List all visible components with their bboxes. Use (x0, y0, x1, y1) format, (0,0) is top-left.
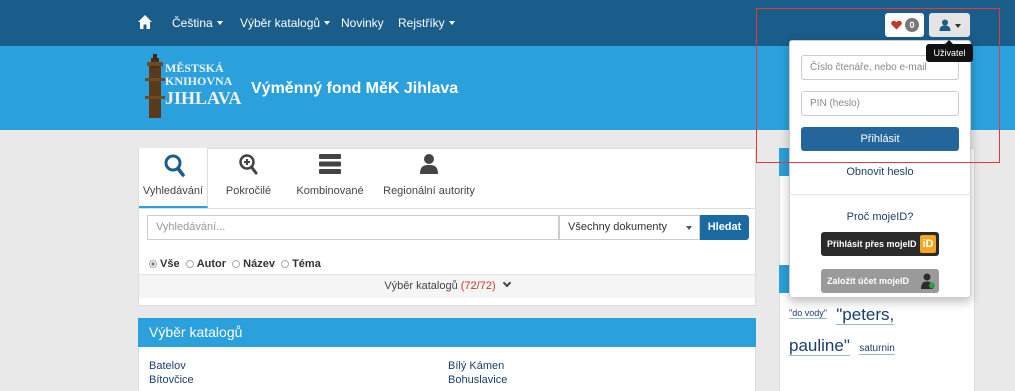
nav-catalog-select[interactable]: Výběr katalogů (240, 16, 331, 30)
add-user-icon (921, 273, 935, 289)
radio-topic-label: Téma (292, 258, 321, 270)
mojeid-login-button[interactable]: Přihlásit přes mojeID iD (821, 232, 939, 256)
chevron-down-icon (216, 21, 223, 25)
radio-topic-circle[interactable] (281, 260, 290, 268)
tab-combined-label: Kombinované (296, 185, 364, 197)
reset-password-link[interactable]: Obnovit heslo (789, 166, 971, 178)
person-icon (420, 154, 438, 174)
search-icon (164, 154, 185, 177)
catalog-link[interactable]: Bílý Kámen (448, 360, 504, 372)
radio-topic[interactable]: Téma (281, 258, 321, 270)
mojeid-login-label: Přihlásit přes mojeID (827, 239, 917, 249)
tab-divider (139, 208, 755, 209)
site-title: Výměnný fond MěK Jihlava (251, 80, 459, 97)
catalog-link[interactable]: Batelov (149, 360, 186, 372)
catalog-toggle-label: Výběr katalogů (384, 280, 458, 292)
radio-author-label: Autor (196, 258, 227, 270)
search-button[interactable]: Hledat (700, 215, 749, 240)
zoom-in-icon (239, 154, 258, 175)
tag-link[interactable]: "do vody" (789, 308, 827, 319)
search-scope-radios: Vše Autor Název Téma (149, 258, 321, 270)
radio-title[interactable]: Název (232, 258, 275, 270)
tag-link[interactable]: saturnin (859, 343, 895, 355)
chevron-down-icon (448, 21, 455, 25)
nav-news[interactable]: Novinky (341, 16, 384, 30)
radio-title-label: Název (243, 258, 275, 270)
tab-regional-authorities-label: Regionální autority (383, 185, 475, 197)
catalog-selection-toggle[interactable]: Výběr katalogů (72/72) (139, 274, 755, 298)
logo-wordmark: MĚSTSKÁ KNIHOVNA JIHLAVA (165, 62, 242, 109)
tab-search-label: Vyhledávání (142, 185, 204, 197)
mojeid-logo-icon: iD (920, 235, 936, 253)
document-type-value: Všechny dokumenty (568, 221, 668, 233)
mojeid-create-account-button[interactable]: Založit účet mojeID (821, 269, 939, 293)
dropdown-divider (789, 194, 971, 195)
tab-combined[interactable]: Kombinované (291, 148, 369, 208)
tag-cloud: "do vody" "peters, (789, 305, 895, 325)
highlight-box (756, 8, 1000, 163)
chevron-down-icon (324, 21, 331, 25)
logo-line-3: JIHLAVA (165, 88, 242, 108)
nav-catalog-select-label: Výběr katalogů (240, 16, 321, 30)
tab-advanced[interactable]: Pokročilé (222, 148, 275, 208)
mojeid-create-label: Založit účet mojeID (827, 276, 910, 286)
tab-regional-authorities[interactable]: Regionální autority (381, 148, 477, 208)
tag-cloud-row: pauline" saturnin (789, 336, 895, 356)
tag-link[interactable]: "peters, (836, 305, 895, 325)
document-type-select[interactable]: Všechny dokumenty (559, 215, 700, 240)
catalog-link[interactable]: Bítovčice (149, 374, 194, 386)
radio-all-label: Vše (160, 258, 180, 270)
stack-icon (319, 154, 341, 174)
radio-title-circle[interactable] (232, 260, 241, 268)
nav-language[interactable]: Čeština (172, 16, 223, 30)
search-input[interactable]: Vyhledávání... (147, 215, 559, 240)
tag-link[interactable]: pauline" (789, 336, 850, 356)
radio-author[interactable]: Autor (185, 258, 227, 270)
chevron-down-icon (686, 226, 692, 230)
nav-language-label: Čeština (172, 16, 213, 30)
why-mojeid-link[interactable]: Proč mojeID? (789, 211, 971, 223)
logo-line-2: KNIHOVNA (165, 74, 233, 88)
catalog-toggle-count: (72/72) (460, 280, 496, 292)
tab-search[interactable]: Vyhledávání (139, 148, 208, 208)
radio-all[interactable]: Vše (149, 258, 180, 270)
chevron-down-icon (502, 278, 511, 288)
radio-all-circle[interactable] (149, 260, 157, 268)
nav-indexes[interactable]: Rejstříky (398, 16, 455, 30)
home-icon[interactable] (137, 14, 153, 30)
catalog-panel-title: Výběr katalogů (138, 318, 756, 347)
radio-author-circle[interactable] (185, 260, 194, 268)
nav-indexes-label: Rejstříky (398, 16, 445, 30)
catalog-link[interactable]: Bohuslavice (448, 374, 507, 386)
tab-advanced-label: Pokročilé (225, 185, 272, 197)
